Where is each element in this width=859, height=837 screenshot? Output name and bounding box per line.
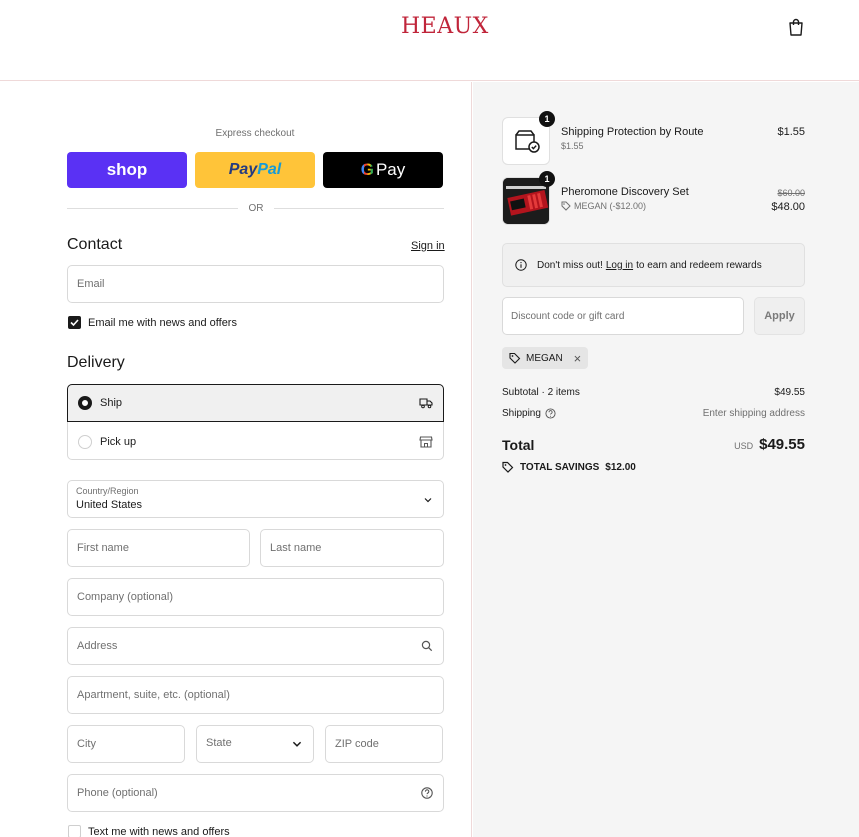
shop-pay-button[interactable]: shop bbox=[67, 152, 187, 188]
tag-icon bbox=[502, 461, 514, 473]
delivery-option-pickup[interactable]: Pick up bbox=[68, 423, 443, 461]
store-icon bbox=[419, 436, 433, 448]
country-label: Country/Region bbox=[76, 486, 139, 496]
delivery-heading: Delivery bbox=[67, 354, 125, 371]
help-circle-icon[interactable] bbox=[545, 408, 556, 419]
site-header: HEAUX bbox=[0, 0, 859, 81]
item-price: $48.00 bbox=[771, 201, 805, 213]
search-icon[interactable] bbox=[421, 640, 433, 652]
contact-heading: Contact bbox=[67, 236, 123, 253]
apartment-field[interactable]: Apartment, suite, etc. (optional) bbox=[67, 676, 444, 714]
total-amount: USD $49.55 bbox=[734, 436, 805, 453]
order-summary-panel: 1 Shipping Protection by Route $1.55 $1.… bbox=[473, 82, 859, 837]
divider bbox=[67, 208, 238, 209]
rewards-notice: Don't miss out! Log in to earn and redee… bbox=[502, 243, 805, 287]
truck-icon bbox=[419, 398, 433, 409]
chevron-down-icon bbox=[292, 741, 302, 747]
email-field[interactable]: Email bbox=[67, 265, 444, 303]
quantity-badge: 1 bbox=[539, 171, 555, 187]
original-price: $60.00 bbox=[777, 188, 805, 198]
check-icon bbox=[70, 319, 79, 327]
country-value: United States bbox=[76, 499, 143, 511]
savings-label: TOTAL SAVINGS bbox=[520, 461, 600, 473]
state-select[interactable]: State bbox=[196, 725, 314, 763]
first-name-field[interactable]: First name bbox=[67, 529, 250, 567]
phone-field[interactable]: Phone (optional) bbox=[67, 774, 444, 812]
shopping-bag-icon[interactable] bbox=[788, 18, 804, 36]
chevron-down-icon bbox=[424, 498, 432, 503]
item-subtext: $1.55 bbox=[561, 141, 584, 151]
subtotal-value: $49.55 bbox=[774, 387, 805, 398]
item-name: Shipping Protection by Route bbox=[561, 126, 704, 138]
zip-code-field[interactable]: ZIP code bbox=[325, 725, 443, 763]
divider bbox=[274, 208, 444, 209]
paypal-button[interactable]: Pay Pal bbox=[195, 152, 315, 188]
applied-discount-chip: MEGAN × bbox=[502, 347, 588, 369]
last-name-field[interactable]: Last name bbox=[260, 529, 444, 567]
sms-checkbox[interactable] bbox=[68, 825, 81, 837]
item-price: $1.55 bbox=[777, 126, 805, 138]
delivery-option-ship[interactable]: Ship bbox=[67, 384, 444, 422]
sign-in-link[interactable]: Sign in bbox=[411, 240, 445, 252]
savings-value: $12.00 bbox=[605, 461, 636, 473]
total-label: Total bbox=[502, 437, 535, 453]
radio-selected[interactable] bbox=[78, 396, 92, 410]
radio-unselected[interactable] bbox=[78, 435, 92, 449]
option-label: Pick up bbox=[100, 436, 137, 448]
google-pay-button[interactable]: G Pay bbox=[323, 152, 443, 188]
option-label: Ship bbox=[100, 397, 123, 409]
sms-label: Text me with news and offers bbox=[88, 826, 230, 837]
brand-logo[interactable]: HEAUX bbox=[401, 14, 489, 39]
notice-text: to earn and redeem rewards bbox=[636, 259, 762, 271]
newsletter-checkbox[interactable] bbox=[68, 316, 81, 329]
total-value: $49.55 bbox=[759, 436, 805, 453]
express-checkout-label: Express checkout bbox=[215, 128, 295, 139]
discount-code-label: MEGAN bbox=[526, 352, 563, 364]
or-divider-label: OR bbox=[248, 203, 264, 214]
subtotal-label: Subtotal · 2 items bbox=[502, 387, 580, 398]
currency-code: USD bbox=[734, 441, 754, 451]
tag-icon bbox=[509, 352, 521, 364]
notice-text: Don't miss out! bbox=[537, 259, 603, 271]
apply-button[interactable]: Apply bbox=[754, 297, 805, 335]
item-name: Pheromone Discovery Set bbox=[561, 186, 689, 198]
total-savings: TOTAL SAVINGS $12.00 bbox=[502, 461, 636, 473]
quantity-badge: 1 bbox=[539, 111, 555, 127]
country-select[interactable]: Country/Region United States bbox=[67, 480, 444, 518]
log-in-link[interactable]: Log in bbox=[606, 260, 633, 271]
remove-discount-icon[interactable]: × bbox=[574, 351, 582, 366]
city-field[interactable]: City bbox=[67, 725, 185, 763]
address-field[interactable]: Address bbox=[67, 627, 444, 665]
shipping-label: Shipping bbox=[502, 408, 556, 419]
discount-code-field[interactable]: Discount code or gift card bbox=[502, 297, 744, 335]
tag-icon bbox=[561, 201, 571, 211]
shipping-value: Enter shipping address bbox=[702, 408, 805, 419]
checkout-form-panel: Express checkout shop Pay Pal G Pay OR Con… bbox=[0, 82, 472, 837]
delivery-method-group: Ship Pick up bbox=[67, 384, 444, 460]
google-g-icon: G bbox=[360, 160, 374, 179]
newsletter-label: Email me with news and offers bbox=[88, 317, 237, 329]
item-discount: MEGAN (-$12.00) bbox=[561, 201, 646, 211]
help-circle-icon[interactable] bbox=[421, 787, 433, 799]
info-icon bbox=[515, 259, 527, 271]
company-field[interactable]: Company (optional) bbox=[67, 578, 444, 616]
